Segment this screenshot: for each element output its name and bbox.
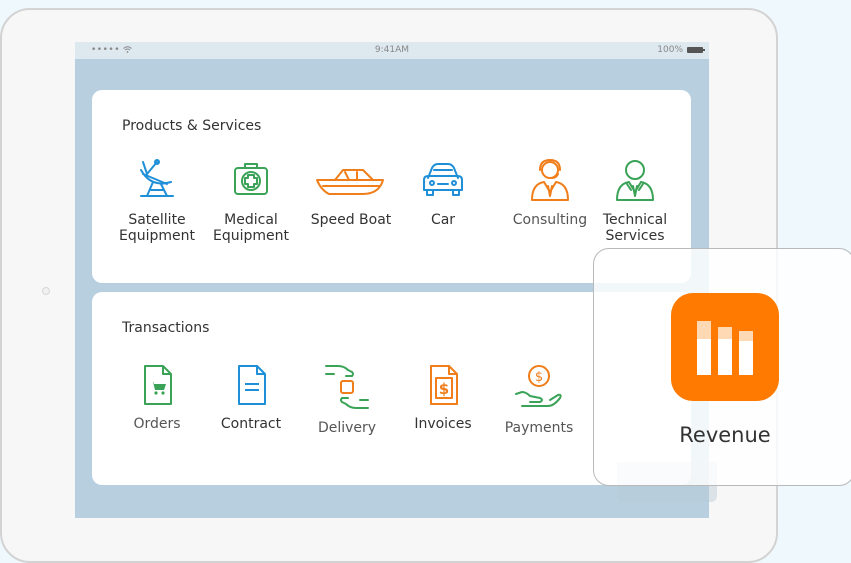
product-satellite-equipment[interactable]: Satellite Equipment [111, 158, 203, 244]
product-label-line1: Car [430, 212, 456, 228]
revenue-bars-graphic [697, 321, 753, 375]
product-medical-equipment[interactable]: Medical Equipment [205, 158, 297, 244]
payment-coin-hand-icon: $ [515, 365, 562, 407]
product-label-line1: Speed Boat [310, 212, 392, 228]
transaction-contract[interactable]: Contract [205, 362, 297, 432]
transaction-label: Contract [220, 416, 282, 432]
product-label-line2: Services [605, 228, 665, 244]
transaction-invoices[interactable]: $ Invoices [397, 362, 489, 432]
transaction-label: Payments [504, 420, 574, 436]
medical-kit-icon [234, 163, 268, 195]
battery-indicator: 100% [657, 45, 705, 55]
consultant-icon [531, 159, 569, 201]
product-technical-services[interactable]: Technical Services [589, 158, 681, 244]
technician-icon [616, 160, 654, 201]
contract-document-icon [238, 365, 266, 405]
invoice-dollar-icon: $ [430, 365, 458, 405]
product-label-line2: Equipment [213, 228, 289, 244]
product-label-line1: Satellite [128, 212, 186, 228]
revenue-bars-icon [671, 293, 779, 401]
status-bar: ••••• 9:41AM 100% [75, 42, 709, 59]
transaction-delivery[interactable]: Delivery [301, 362, 393, 436]
svg-text:$: $ [439, 380, 449, 398]
camera-dot [42, 287, 50, 295]
product-car[interactable]: Car [397, 158, 489, 228]
transaction-label: Delivery [317, 420, 377, 436]
speed-boat-icon [316, 169, 384, 195]
products-services-title: Products & Services [122, 118, 262, 134]
svg-text:$: $ [535, 370, 543, 385]
delivery-hands-icon [325, 365, 369, 409]
transactions-title: Transactions [122, 320, 210, 336]
battery-icon [687, 47, 705, 53]
revenue-app-tile[interactable]: Revenue [593, 248, 851, 486]
product-label-line1: Medical [224, 212, 278, 228]
transaction-label: Invoices [414, 416, 472, 432]
product-label-line1: Technical [602, 212, 668, 228]
satellite-dish-icon [140, 159, 174, 197]
product-speed-boat[interactable]: Speed Boat [305, 158, 397, 228]
transaction-payments[interactable]: $ Payments [493, 362, 585, 436]
status-time: 9:41AM [374, 45, 410, 55]
transaction-orders[interactable]: Orders [111, 362, 203, 432]
revenue-label: Revenue [679, 423, 771, 447]
car-icon [423, 163, 463, 196]
product-label-line2: Equipment [119, 228, 195, 244]
battery-percent: 100% [657, 45, 683, 55]
transaction-label: Orders [133, 416, 181, 432]
shopping-cart-document-icon [144, 365, 172, 405]
